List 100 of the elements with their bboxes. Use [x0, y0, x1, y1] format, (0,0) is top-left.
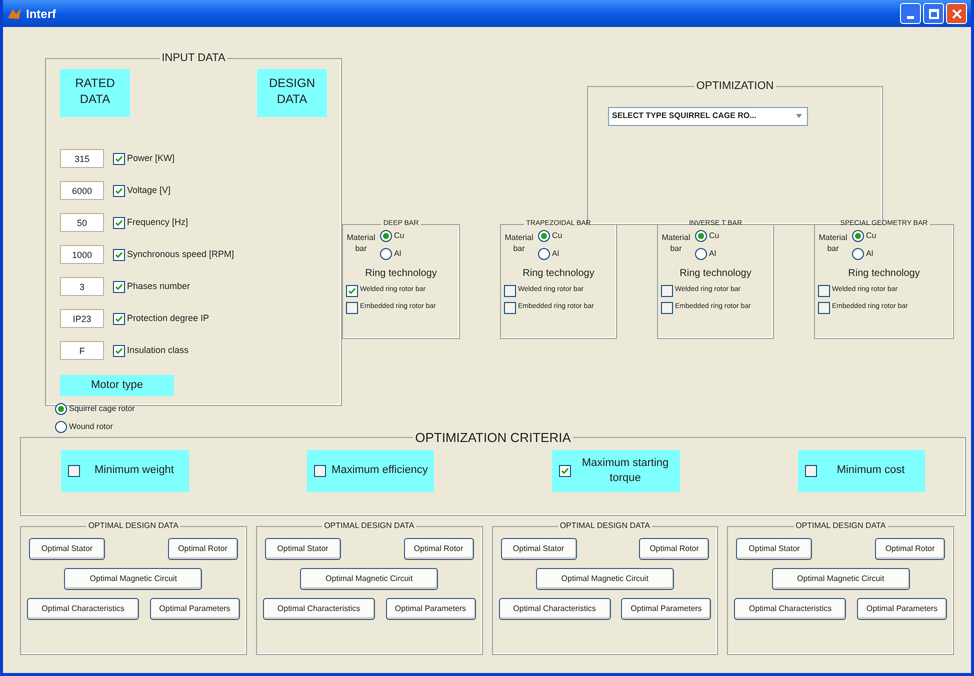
checkbox[interactable] [804, 464, 816, 476]
radio-button[interactable] [380, 248, 392, 260]
checkbox[interactable] [68, 464, 80, 476]
action-button[interactable]: Optimal Characteristics [734, 598, 846, 620]
radio-label: Al [552, 248, 560, 260]
action-button[interactable]: Optimal Characteristics [498, 598, 610, 620]
criterion-label: Maximum efficiency [330, 463, 429, 478]
group-title: OPTIMIZATION [695, 79, 775, 94]
field-label: Voltage [V] [127, 184, 171, 197]
action-button[interactable]: Optimal Stator [736, 538, 812, 560]
checkbox[interactable] [504, 302, 516, 314]
checkbox[interactable] [661, 302, 673, 314]
maximize-button[interactable] [923, 3, 944, 24]
action-button[interactable]: Optimal Rotor [404, 538, 474, 560]
ring-label: Ring technology [364, 266, 438, 280]
value-field[interactable]: 1000 [60, 245, 104, 264]
radio-button[interactable] [538, 248, 550, 260]
action-button[interactable]: Optimal Parameters [150, 598, 240, 620]
radio-button[interactable] [380, 230, 392, 242]
checkbox[interactable] [113, 312, 125, 324]
checkbox[interactable] [113, 216, 125, 228]
check-icon [115, 282, 123, 290]
value-field[interactable]: 50 [60, 213, 104, 232]
section-heading: RATED DATA [60, 68, 130, 116]
check-icon [348, 286, 356, 294]
check-icon [115, 218, 123, 226]
value-field[interactable]: IP23 [60, 309, 104, 328]
checkbox[interactable] [661, 284, 673, 296]
action-button[interactable]: Optimal Rotor [168, 538, 238, 560]
checkbox[interactable] [346, 302, 358, 314]
checkbox[interactable] [113, 184, 125, 196]
checkbox[interactable] [113, 248, 125, 260]
checkbox[interactable] [818, 284, 830, 296]
close-icon [952, 8, 962, 18]
checkbox[interactable] [346, 284, 358, 296]
material-label: Material bar [818, 232, 848, 254]
checkbox[interactable] [113, 280, 125, 292]
checkbox[interactable] [818, 302, 830, 314]
dropdown-arrow-icon [795, 113, 803, 119]
action-button[interactable]: Optimal Magnetic Circuit [772, 568, 910, 590]
check-icon [115, 186, 123, 194]
checkbox[interactable] [314, 464, 326, 476]
radio-label: Al [394, 248, 402, 260]
material-label: Material bar [346, 232, 376, 254]
group-title: OPTIMAL DESIGN DATA [794, 520, 887, 532]
action-button[interactable]: Optimal Parameters [621, 598, 712, 620]
checkbox[interactable] [113, 344, 125, 356]
material-label: Material bar [661, 232, 691, 254]
check-icon [115, 314, 123, 322]
check-icon [115, 154, 123, 162]
field-label: Frequency [Hz] [127, 216, 188, 229]
action-button[interactable]: Optimal Stator [500, 538, 576, 560]
radio-button[interactable] [55, 402, 67, 414]
radio-button[interactable] [538, 230, 550, 242]
action-button[interactable]: Optimal Characteristics [262, 598, 375, 620]
field-label: Insulation class [127, 344, 189, 357]
action-button[interactable]: Optimal Magnetic Circuit [300, 568, 438, 590]
radio-button[interactable] [852, 230, 864, 242]
radio-button[interactable] [55, 420, 67, 432]
radio-label: Al [866, 248, 874, 260]
action-button[interactable]: Optimal Parameters [857, 598, 947, 620]
group-title: OPTIMIZATION CRITERIA [414, 429, 572, 447]
checkbox[interactable] [504, 284, 516, 296]
field-label: Synchronous speed [RPM] [127, 248, 234, 261]
action-button[interactable]: Optimal Rotor [875, 538, 945, 560]
value-field[interactable]: 6000 [60, 181, 104, 200]
criterion-label: Minimum cost [836, 463, 906, 478]
ring-label: Ring technology [522, 266, 596, 280]
radio-button[interactable] [695, 230, 707, 242]
field-label: Phases number [127, 280, 190, 293]
criterion-label: Maximum starting torque [580, 456, 670, 486]
close-button[interactable] [946, 3, 967, 24]
radio-button[interactable] [695, 248, 707, 260]
checkbox[interactable] [113, 152, 125, 164]
type-dropdown[interactable]: SELECT TYPE SQUIRREL CAGE RO... [608, 106, 808, 126]
action-button[interactable]: Optimal Magnetic Circuit [64, 568, 202, 590]
minimize-button[interactable] [900, 3, 921, 24]
radio-label: Al [709, 248, 716, 260]
action-button[interactable]: Optimal Magnetic Circuit [536, 568, 674, 590]
value-field[interactable]: F [60, 341, 104, 360]
value-field[interactable]: 315 [60, 149, 104, 168]
action-button[interactable]: Optimal Rotor [639, 538, 710, 560]
group-title: OPTIMAL DESIGN DATA [87, 520, 180, 532]
action-button[interactable]: Optimal Stator [264, 538, 341, 560]
radio-label: Wound rotor [69, 420, 113, 432]
action-button[interactable]: Optimal Stator [29, 538, 105, 560]
section-heading: DESIGN DATA [257, 68, 327, 116]
radio-button[interactable] [852, 248, 864, 260]
material-label: Material bar [504, 232, 534, 254]
action-button[interactable]: Optimal Parameters [386, 598, 476, 620]
action-button[interactable]: Optimal Characteristics [27, 598, 139, 620]
check-icon [115, 346, 123, 354]
ring-label: Ring technology [678, 266, 752, 280]
group-title: INPUT DATA [160, 51, 226, 66]
ring-label: Ring technology [847, 266, 921, 280]
group-title: OPTIMAL DESIGN DATA [323, 520, 416, 532]
criterion-label: Minimum weight [94, 463, 175, 478]
group-title: OPTIMAL DESIGN DATA [558, 520, 651, 532]
value-field[interactable]: 3 [60, 277, 104, 296]
checkbox[interactable] [559, 464, 571, 476]
